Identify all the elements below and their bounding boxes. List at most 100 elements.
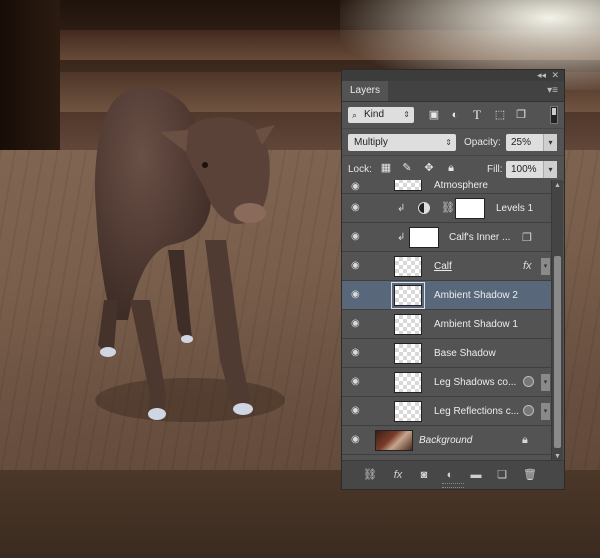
- layer-name: Ambient Shadow 2: [434, 290, 518, 301]
- panel-menu-icon[interactable]: ▾≡: [547, 85, 558, 96]
- shape-filter-icon[interactable]: ⬚: [493, 108, 507, 122]
- visibility-eye-icon[interactable]: ◉: [351, 261, 363, 271]
- opacity-label: Opacity:: [464, 137, 501, 148]
- layer-name: Atmosphere: [434, 180, 488, 191]
- layer-name: Background: [419, 435, 473, 446]
- link-icon[interactable]: ⛓: [362, 467, 378, 483]
- type-filter-icon[interactable]: T: [470, 108, 484, 122]
- expand-filters-icon[interactable]: ▾: [541, 403, 550, 420]
- background-thumbnail: [375, 430, 413, 451]
- layer-thumbnail: [394, 314, 422, 335]
- close-panel-icon[interactable]: ✕: [551, 70, 559, 81]
- lock-transparency-icon[interactable]: ▦: [379, 161, 393, 175]
- chevron-updown-icon: ⇕: [403, 110, 410, 119]
- smart-filter-badge-icon: [523, 376, 534, 387]
- levels-adjustment-icon: [418, 202, 430, 214]
- scroll-down-icon[interactable]: ▼: [554, 453, 561, 460]
- opacity-dropdown-icon[interactable]: ▾: [543, 134, 557, 151]
- layer-mask-thumbnail: [455, 198, 485, 219]
- visibility-eye-icon[interactable]: ◉: [351, 290, 363, 300]
- layer-thumbnail: [394, 343, 422, 364]
- lock-row: Lock: ▦ ✎ ✥ 🔒︎ Fill: 100% ▾: [342, 156, 564, 183]
- smart-object-filter-icon[interactable]: ❐: [514, 108, 528, 122]
- layer-name: Ambient Shadow 1: [434, 319, 518, 330]
- layer-row-background[interactable]: ◉ Background 🔒︎: [342, 426, 552, 455]
- visibility-eye-icon[interactable]: ◉: [351, 203, 363, 213]
- layer-filter-row: ⌕ Kind ⇕ ▣ ◐ T ⬚ ❐: [342, 102, 564, 129]
- visibility-eye-icon[interactable]: ◉: [351, 319, 363, 329]
- layer-row-leg-shadows[interactable]: ◉ Leg Shadows co... ▾: [342, 368, 552, 397]
- layer-name: Calf's Inner ...: [449, 232, 511, 243]
- expand-effects-icon[interactable]: ▾: [541, 258, 550, 275]
- clipping-arrow-icon: ↲: [397, 203, 406, 214]
- smart-object-icon: ❐: [522, 232, 532, 244]
- new-layer-icon[interactable]: ❏: [494, 467, 510, 483]
- layer-row-levels[interactable]: ◉ ↲ ⛓ Levels 1: [342, 194, 552, 223]
- fill-dropdown-icon[interactable]: ▾: [543, 161, 557, 178]
- opacity-input[interactable]: 25%: [506, 134, 543, 151]
- search-icon: ⌕: [352, 110, 358, 120]
- filter-kind-select[interactable]: ⌕ Kind ⇕: [348, 107, 414, 123]
- layer-thumbnail: [394, 180, 422, 191]
- chevron-updown-icon: ⇕: [445, 138, 452, 147]
- visibility-eye-icon[interactable]: ◉: [351, 377, 363, 387]
- blend-mode-select[interactable]: Multiply ⇕: [348, 134, 456, 151]
- layer-name: Base Shadow: [434, 348, 496, 359]
- fx-icon[interactable]: fx: [390, 467, 406, 483]
- layer-row-ambient-shadow-2[interactable]: ◉ Ambient Shadow 2: [342, 281, 552, 310]
- tab-layers[interactable]: Layers: [342, 81, 388, 101]
- layer-list-scrollbar[interactable]: ▲ ▼: [551, 180, 563, 462]
- layer-row-calfs-inner[interactable]: ◉ ↲ Calf's Inner ... ❐: [342, 223, 552, 252]
- layer-thumbnail: [394, 372, 422, 393]
- trash-icon[interactable]: 🗑︎: [522, 467, 538, 483]
- lock-label: Lock:: [348, 164, 372, 175]
- lock-pixels-icon[interactable]: ✎: [400, 161, 414, 175]
- fill-input[interactable]: 100%: [506, 161, 543, 178]
- link-icon[interactable]: ⛓: [441, 201, 455, 214]
- expand-filters-icon[interactable]: ▾: [541, 374, 550, 391]
- fill-label: Fill:: [487, 164, 503, 175]
- layer-row-leg-reflections[interactable]: ◉ Leg Reflections c... ▾: [342, 397, 552, 426]
- blend-row: Multiply ⇕ Opacity: 25% ▾: [342, 129, 564, 156]
- visibility-eye-icon[interactable]: ◉: [351, 348, 363, 358]
- collapse-panel-icon[interactable]: ◂◂: [537, 70, 546, 81]
- layer-thumbnail: [394, 401, 422, 422]
- layer-thumbnail: [409, 227, 439, 248]
- filter-kind-label: Kind: [364, 109, 385, 120]
- panel-tab-bar: Layers ▾≡: [342, 81, 564, 102]
- layer-row-ambient-shadow-1[interactable]: ◉ Ambient Shadow 1: [342, 310, 552, 339]
- smart-filter-badge-icon: [523, 405, 534, 416]
- layer-row-atmosphere[interactable]: ◉ Atmosphere: [342, 180, 552, 194]
- scroll-up-icon[interactable]: ▲: [554, 182, 561, 189]
- layer-name: Calf: [434, 261, 452, 272]
- adjustment-icon[interactable]: ◐: [442, 467, 458, 483]
- filter-toggle[interactable]: [550, 106, 558, 124]
- layer-name: Leg Reflections c...: [434, 406, 520, 417]
- visibility-eye-icon[interactable]: ◉: [351, 232, 363, 242]
- resize-grip[interactable]: [442, 483, 464, 488]
- lock-position-icon[interactable]: ✥: [422, 161, 436, 175]
- scrollbar-thumb[interactable]: [554, 256, 561, 448]
- image-filter-icon[interactable]: ▣: [427, 108, 441, 122]
- mask-icon[interactable]: ◙: [416, 467, 432, 483]
- folder-icon[interactable]: ▬: [468, 467, 484, 483]
- blend-mode-value: Multiply: [354, 137, 388, 148]
- layer-name: Levels 1: [496, 203, 534, 214]
- layer-thumbnail: [394, 256, 422, 277]
- layer-thumbnail: [391, 282, 425, 309]
- layer-name: Leg Shadows co...: [434, 377, 517, 388]
- visibility-eye-icon[interactable]: ◉: [351, 406, 363, 416]
- layer-row-base-shadow[interactable]: ◉ Base Shadow: [342, 339, 552, 368]
- visibility-eye-icon[interactable]: ◉: [351, 182, 363, 192]
- lock-all-icon[interactable]: 🔒︎: [444, 161, 458, 175]
- fx-badge[interactable]: fx: [523, 252, 532, 281]
- panel-bottom-toolbar: ⛓ fx ◙ ◐ ▬ ❏ 🗑︎: [342, 460, 564, 489]
- visibility-eye-icon[interactable]: ◉: [351, 435, 363, 445]
- clipping-arrow-icon: ↲: [397, 232, 406, 243]
- layer-row-calf[interactable]: ◉ Calf fx ▾: [342, 252, 552, 281]
- layers-panel: ◂◂ ✕ Layers ▾≡ ⌕ Kind ⇕ ▣ ◐ T ⬚ ❐ Multip…: [341, 69, 565, 490]
- adjustment-filter-icon[interactable]: ◐: [448, 108, 462, 122]
- panel-header-strip: ◂◂ ✕: [342, 70, 564, 81]
- lock-icon: 🔒︎: [522, 434, 528, 446]
- layer-list: ◉ Atmosphere ◉ ↲ ⛓ Levels 1 ◉ ↲ Calf's I…: [342, 180, 552, 462]
